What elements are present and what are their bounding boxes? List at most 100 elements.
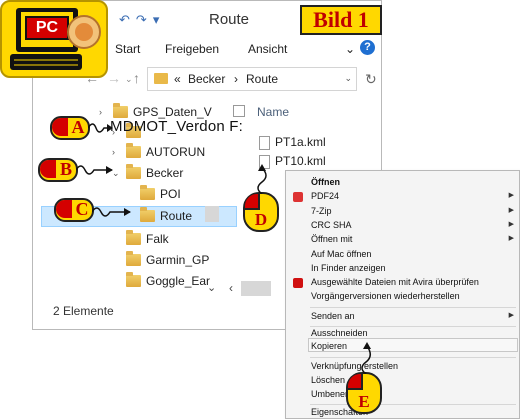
submenu-arrow-icon: ▶ xyxy=(508,235,514,242)
menu-item-label: Löschen xyxy=(311,375,346,385)
menu-item-label: Vorgängerversionen wiederherstellen xyxy=(311,291,460,301)
figure-label: Bild 1 xyxy=(300,5,382,35)
redo-icon[interactable]: ↷ xyxy=(136,12,147,27)
forward-icon[interactable]: → xyxy=(107,70,121,86)
menu-item-eigenschaften[interactable]: Eigenschaften xyxy=(286,406,519,419)
menu-item-in-finder-anzeigen[interactable]: In Finder anzeigen xyxy=(286,262,519,276)
menu-item-crc-sha[interactable]: CRC SHA ▶ xyxy=(286,219,519,233)
folder-icon xyxy=(126,230,141,245)
pc-logo-text: PC xyxy=(35,19,59,36)
select-all-checkbox[interactable] xyxy=(233,105,245,117)
menu-item-label: Senden an xyxy=(311,311,355,321)
tree-item-label: Falk xyxy=(146,232,169,246)
cable-arrow-icon xyxy=(76,165,113,175)
cable-arrow-icon xyxy=(88,123,113,133)
tree-item-label: Garmin_GP xyxy=(146,253,210,267)
menu-item-avira[interactable]: Ausgewählte Dateien mit Avira überprüfen xyxy=(286,276,519,290)
qat-dropdown-icon[interactable]: ▾ xyxy=(153,12,160,27)
menu-separator xyxy=(310,404,516,405)
tree-item-poi[interactable]: POI xyxy=(126,185,236,205)
menu-item-label: Kopieren xyxy=(311,341,348,351)
file-list-header: Name xyxy=(233,101,378,123)
menu-item-label: Ausschneiden xyxy=(311,328,368,338)
marker-letter: E xyxy=(358,392,370,411)
menu-item-label: CRC SHA xyxy=(311,220,352,230)
menu-item-umbenennen[interactable]: Umbenennen xyxy=(286,388,519,402)
mouse-marker-b: B xyxy=(38,158,113,182)
undo-icon[interactable]: ↶ xyxy=(119,12,130,27)
folder-icon xyxy=(126,143,141,158)
ribbon-expand-icon[interactable]: ⌄ xyxy=(345,42,355,56)
folder-icon xyxy=(140,207,155,222)
quick-access-toolbar: ↶ ↷ ▾ xyxy=(119,12,165,28)
up-icon[interactable]: ↑ xyxy=(133,70,140,86)
scroll-thumb[interactable] xyxy=(241,281,271,296)
menu-item-oeffnen[interactable]: Öffnen xyxy=(286,176,519,190)
submenu-arrow-icon: ▶ xyxy=(508,312,514,319)
menu-item-auf-mac-oeffnen[interactable]: Auf Mac öffnen xyxy=(286,248,519,262)
tree-item-label: POI xyxy=(160,187,181,201)
menu-item-loeschen[interactable]: Löschen xyxy=(286,374,519,388)
scroll-thumb[interactable] xyxy=(205,206,219,222)
menu-item-vorgaengerversionen[interactable]: Vorgängerversionen wiederherstellen xyxy=(286,290,519,304)
tab-start[interactable]: Start xyxy=(115,42,140,56)
status-text: 2 Elemente xyxy=(53,304,114,318)
avira-icon xyxy=(293,278,303,288)
menu-item-kopieren[interactable]: Kopieren xyxy=(286,340,519,354)
menu-item-label: Öffnen mit xyxy=(311,234,353,244)
window-title: Route xyxy=(209,11,250,28)
cable-arrow-icon xyxy=(92,207,131,217)
pdf24-icon xyxy=(293,192,303,202)
column-name[interactable]: Name xyxy=(257,105,289,119)
file-name: PT10.kml xyxy=(275,154,326,168)
tree-item-garmin[interactable]: Garmin_GP xyxy=(112,251,222,271)
folder-icon xyxy=(113,103,128,118)
menu-item-pdf24[interactable]: PDF24 ▶ xyxy=(286,190,519,204)
expand-icon[interactable]: › xyxy=(112,147,115,157)
submenu-arrow-icon: ▶ xyxy=(508,221,514,228)
menu-item-verknuepfung-erstellen[interactable]: Verknüpfung erstellen xyxy=(286,360,519,374)
chevron-down-icon[interactable]: ⌄ xyxy=(207,281,216,294)
breadcrumb-route[interactable]: Route xyxy=(246,72,278,86)
marker-letter: A xyxy=(71,117,85,137)
cable-arrow-icon xyxy=(361,342,371,374)
submenu-arrow-icon: ▶ xyxy=(508,207,514,214)
tree-item-label: Route xyxy=(160,209,193,223)
help-icon[interactable]: ? xyxy=(360,40,375,55)
overlay-path-text: MDMOT_Verdon F: xyxy=(110,118,244,135)
tree-item-falk[interactable]: Falk xyxy=(112,230,242,250)
menu-item-label: Verknüpfung erstellen xyxy=(311,361,399,371)
recent-dropdown-icon[interactable]: ⌄ xyxy=(125,74,133,85)
folder-icon xyxy=(140,185,155,200)
tab-ansicht[interactable]: Ansicht xyxy=(248,42,287,56)
address-dropdown-icon[interactable]: ⌄ xyxy=(344,73,352,84)
mouse-marker-a: A xyxy=(50,116,113,140)
menu-item-oeffnen-mit[interactable]: Öffnen mit ▶ xyxy=(286,233,519,247)
breadcrumb-becker[interactable]: Becker xyxy=(188,72,225,86)
breadcrumb-separator: › xyxy=(234,72,238,86)
menu-item-label: Auf Mac öffnen xyxy=(311,249,372,259)
tree-item-label: AUTORUN xyxy=(146,145,206,159)
menu-separator xyxy=(310,307,516,308)
menu-item-senden-an[interactable]: Senden an ▶ xyxy=(286,310,519,324)
mouse-marker-e: E xyxy=(346,372,382,414)
submenu-arrow-icon: ▶ xyxy=(508,192,514,199)
marker-letter: B xyxy=(59,159,72,179)
marker-letter: D xyxy=(254,210,268,229)
folder-icon xyxy=(126,251,141,266)
marker-letter: C xyxy=(75,199,89,219)
tree-item-label: GPS_Daten_V xyxy=(133,105,212,119)
tree-item-autorun[interactable]: › AUTORUN xyxy=(112,143,242,163)
scroll-left-icon[interactable]: ‹ xyxy=(229,281,233,295)
tree-item-becker[interactable]: ⌄ Becker xyxy=(112,164,242,184)
computer-icon xyxy=(10,8,101,70)
menu-separator xyxy=(310,357,516,358)
address-bar[interactable]: « Becker › Route ⌄ xyxy=(147,67,357,91)
file-name: PT1a.kml xyxy=(275,135,326,149)
context-menu: Öffnen PDF24 ▶ 7-Zip ▶ CRC SHA ▶ Öffnen mit… xyxy=(285,170,520,419)
refresh-icon[interactable]: ↻ xyxy=(365,71,377,88)
breadcrumb-overflow[interactable]: « xyxy=(174,72,181,86)
menu-item-label: PDF24 xyxy=(311,191,340,201)
menu-item-7zip[interactable]: 7-Zip ▶ xyxy=(286,205,519,219)
tab-freigeben[interactable]: Freigeben xyxy=(165,42,219,56)
